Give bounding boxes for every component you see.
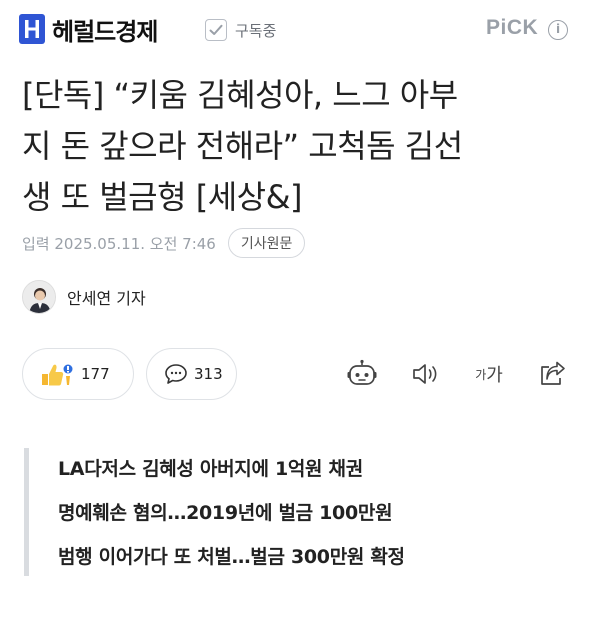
font-size-small-label: 가 [475, 367, 487, 382]
share-icon[interactable] [535, 357, 569, 391]
font-size-large-label: 가 [486, 365, 503, 386]
check-icon [205, 19, 227, 41]
subscribe-label: 구독중 [235, 21, 277, 40]
ai-summary-bot-icon[interactable] [345, 357, 379, 391]
article-headline: [단독] “키움 김혜성아, 느그 아부 지 돈 갚으라 전해라” 고척돔 김선… [22, 70, 582, 223]
comment-button[interactable]: 313 [146, 348, 237, 400]
reaction-count: 177 [81, 365, 110, 383]
summary-line: LA다저스 김혜성 아버지에 1억원 채권 [58, 458, 363, 480]
text-to-speech-icon[interactable] [409, 357, 443, 391]
reporter-avatar[interactable] [22, 280, 56, 314]
herald-h-logo-icon[interactable] [19, 14, 45, 44]
top-bar: 헤럴드경제 구독중 PiCK i [0, 0, 600, 60]
thumbs-up-icon [39, 360, 73, 388]
summary-quote-bar [24, 448, 29, 576]
summary-line: 명예훼손 혐의…2019년에 벌금 100만원 [58, 502, 393, 524]
article-summary: LA다저스 김혜성 아버지에 1억원 채권 명예훼손 혐의…2019년에 벌금 … [58, 447, 405, 579]
article-meta: 입력 2025.05.11. 오전 7:46 기사원문 [22, 227, 306, 259]
reporter-info[interactable]: 안세연 기자 [22, 279, 146, 315]
press-name[interactable]: 헤럴드경제 [52, 12, 158, 47]
headline-line: 생 또 벌금형 [세상&] [22, 178, 303, 216]
info-icon[interactable]: i [548, 20, 568, 40]
reaction-button[interactable]: 177 [22, 348, 134, 400]
font-size-button[interactable]: 가가 [472, 357, 506, 391]
subscribe-button[interactable]: 구독중 [205, 17, 276, 43]
headline-line: 지 돈 갚으라 전해라” 고척돔 김선 [22, 127, 463, 165]
original-article-button[interactable]: 기사원문 [227, 228, 306, 258]
reporter-name[interactable]: 안세연 기자 [67, 285, 146, 309]
pick-label[interactable]: PiCK [486, 16, 538, 40]
comment-count: 313 [194, 365, 223, 383]
speech-bubble-icon [164, 363, 188, 385]
headline-line: [단독] “키움 김혜성아, 느그 아부 [22, 76, 458, 114]
summary-line: 범행 이어가다 또 처벌…벌금 300만원 확정 [58, 546, 405, 568]
publish-date: 입력 2025.05.11. 오전 7:46 [22, 234, 216, 253]
